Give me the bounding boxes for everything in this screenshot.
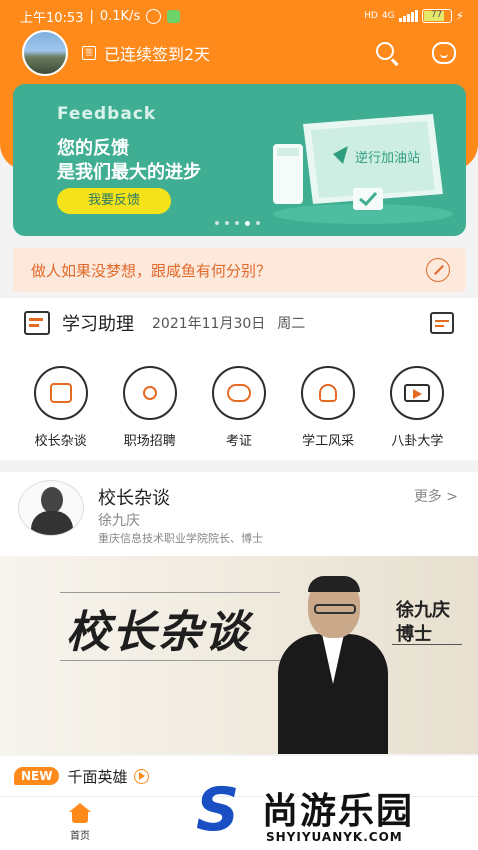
pagination-dot[interactable]	[225, 221, 229, 225]
principal-avatar	[18, 480, 84, 536]
grid-item-label: 校长杂谈	[34, 434, 87, 449]
chat-icon	[33, 366, 88, 420]
hd-label: HD	[364, 11, 378, 21]
assistant-title: 学习助理	[62, 314, 134, 335]
grid-item-student-style[interactable]: 学工风采	[288, 366, 368, 449]
assistant-header: 学习助理 2021年11月30日 周二	[24, 308, 454, 338]
battery-icon: 77	[421, 9, 452, 23]
document-icon	[24, 311, 50, 335]
principal-photo	[278, 576, 388, 754]
pagination-dot[interactable]	[215, 221, 219, 225]
principal-talk-section[interactable]: 校长杂谈 更多 > 徐九庆 重庆信息技术职业学院院长、博士	[0, 472, 478, 558]
site-watermark: S 尚游乐园 SHYIYUANYK.COM	[196, 780, 478, 850]
search-icon[interactable]	[374, 40, 400, 66]
poster-headline: 校长杂谈	[66, 607, 250, 658]
principal-description: 重庆信息技术职业学院院长、博士	[98, 532, 263, 545]
video-icon	[390, 366, 445, 420]
status-time: 上午10:53	[20, 10, 84, 26]
user-avatar[interactable]	[22, 30, 68, 76]
sign-in-streak[interactable]: 已连续签到2天	[104, 41, 210, 65]
grid-item-gossip-university[interactable]: 八卦大学	[377, 366, 457, 449]
network-label: 4G	[381, 11, 395, 21]
play-icon[interactable]	[133, 768, 149, 784]
grid-item-label: 职场招聘	[123, 434, 176, 449]
tab-home-label: 首页	[70, 831, 90, 842]
banner-line-2: 是我们最大的进步	[57, 162, 201, 183]
grid-item-certificate[interactable]: 考证	[199, 366, 279, 449]
certificate-icon	[211, 366, 266, 420]
pagination-dot[interactable]	[256, 221, 260, 225]
quote-text: 做人如果没梦想，跟咸鱼有何分别？	[31, 261, 272, 280]
banner-title-en: Feedback	[57, 104, 157, 124]
more-link[interactable]: 更多 >	[414, 486, 458, 506]
feedback-banner[interactable]: Feedback 您的反馈 是我们最大的进步 我要反馈 逆行加油站	[13, 84, 466, 236]
sign-in-icon: 签	[82, 46, 96, 60]
hero-icon	[301, 366, 356, 420]
assistant-weekday: 周二	[277, 316, 306, 332]
assistant-date: 2021年11月30日	[152, 316, 266, 332]
principal-talk-poster[interactable]: 校长杂谈 徐九庆 博士	[0, 556, 478, 754]
home-icon	[69, 803, 91, 823]
status-bar: 上午10:53 | 0.1K/s HD 4G 77 ⚡	[20, 8, 464, 26]
banner-pagination	[215, 221, 260, 226]
poster-name: 徐九庆	[396, 600, 450, 621]
runner-icon	[122, 366, 177, 420]
watermark-logo: S	[196, 775, 240, 845]
grid-item-principal-talk[interactable]: 校长杂谈	[21, 366, 101, 449]
new-badge: NEW	[14, 767, 60, 785]
app-header: 签 已连续签到2天	[0, 30, 478, 76]
edit-icon[interactable]	[426, 258, 450, 282]
wechat-icon	[167, 9, 181, 23]
banner-line-1: 您的反馈	[57, 138, 129, 159]
poster-degree: 博士	[396, 624, 432, 645]
section-title: 校长杂谈	[98, 488, 170, 509]
principal-name: 徐九庆	[98, 513, 140, 529]
pagination-dot[interactable]	[235, 221, 239, 225]
study-assistant-section: 学习助理 2021年11月30日 周二 校长杂谈 职场招聘 考证 学工风采 八卦…	[0, 298, 478, 460]
assistant-grid: 校长杂谈 职场招聘 考证 学工风采 八卦大学	[0, 366, 478, 449]
illustration-text: 逆行加油站	[355, 150, 420, 166]
grid-item-label: 八卦大学	[391, 434, 444, 449]
tab-home[interactable]: 首页	[60, 803, 100, 842]
feedback-button[interactable]: 我要反馈	[57, 188, 171, 214]
new-item-title: 千面英雄	[67, 767, 128, 786]
calendar-icon[interactable]	[430, 312, 454, 334]
alarm-icon	[146, 8, 162, 24]
grid-item-label: 考证	[225, 434, 252, 449]
message-icon[interactable]	[432, 42, 456, 64]
quote-bar[interactable]: 做人如果没梦想，跟咸鱼有何分别？	[13, 248, 466, 292]
watermark-text-en: SHYIYUANYK.COM	[266, 830, 403, 844]
signal-icon	[398, 10, 418, 22]
grid-item-label: 学工风采	[302, 434, 355, 449]
pagination-dot-active[interactable]	[245, 221, 250, 226]
grid-item-job-recruit[interactable]: 职场招聘	[110, 366, 190, 449]
charging-icon: ⚡	[455, 9, 464, 23]
watermark-text-cn: 尚游乐园	[262, 791, 415, 832]
status-speed: 0.1K/s	[99, 8, 141, 24]
feedback-illustration: 逆行加油站	[273, 114, 453, 224]
